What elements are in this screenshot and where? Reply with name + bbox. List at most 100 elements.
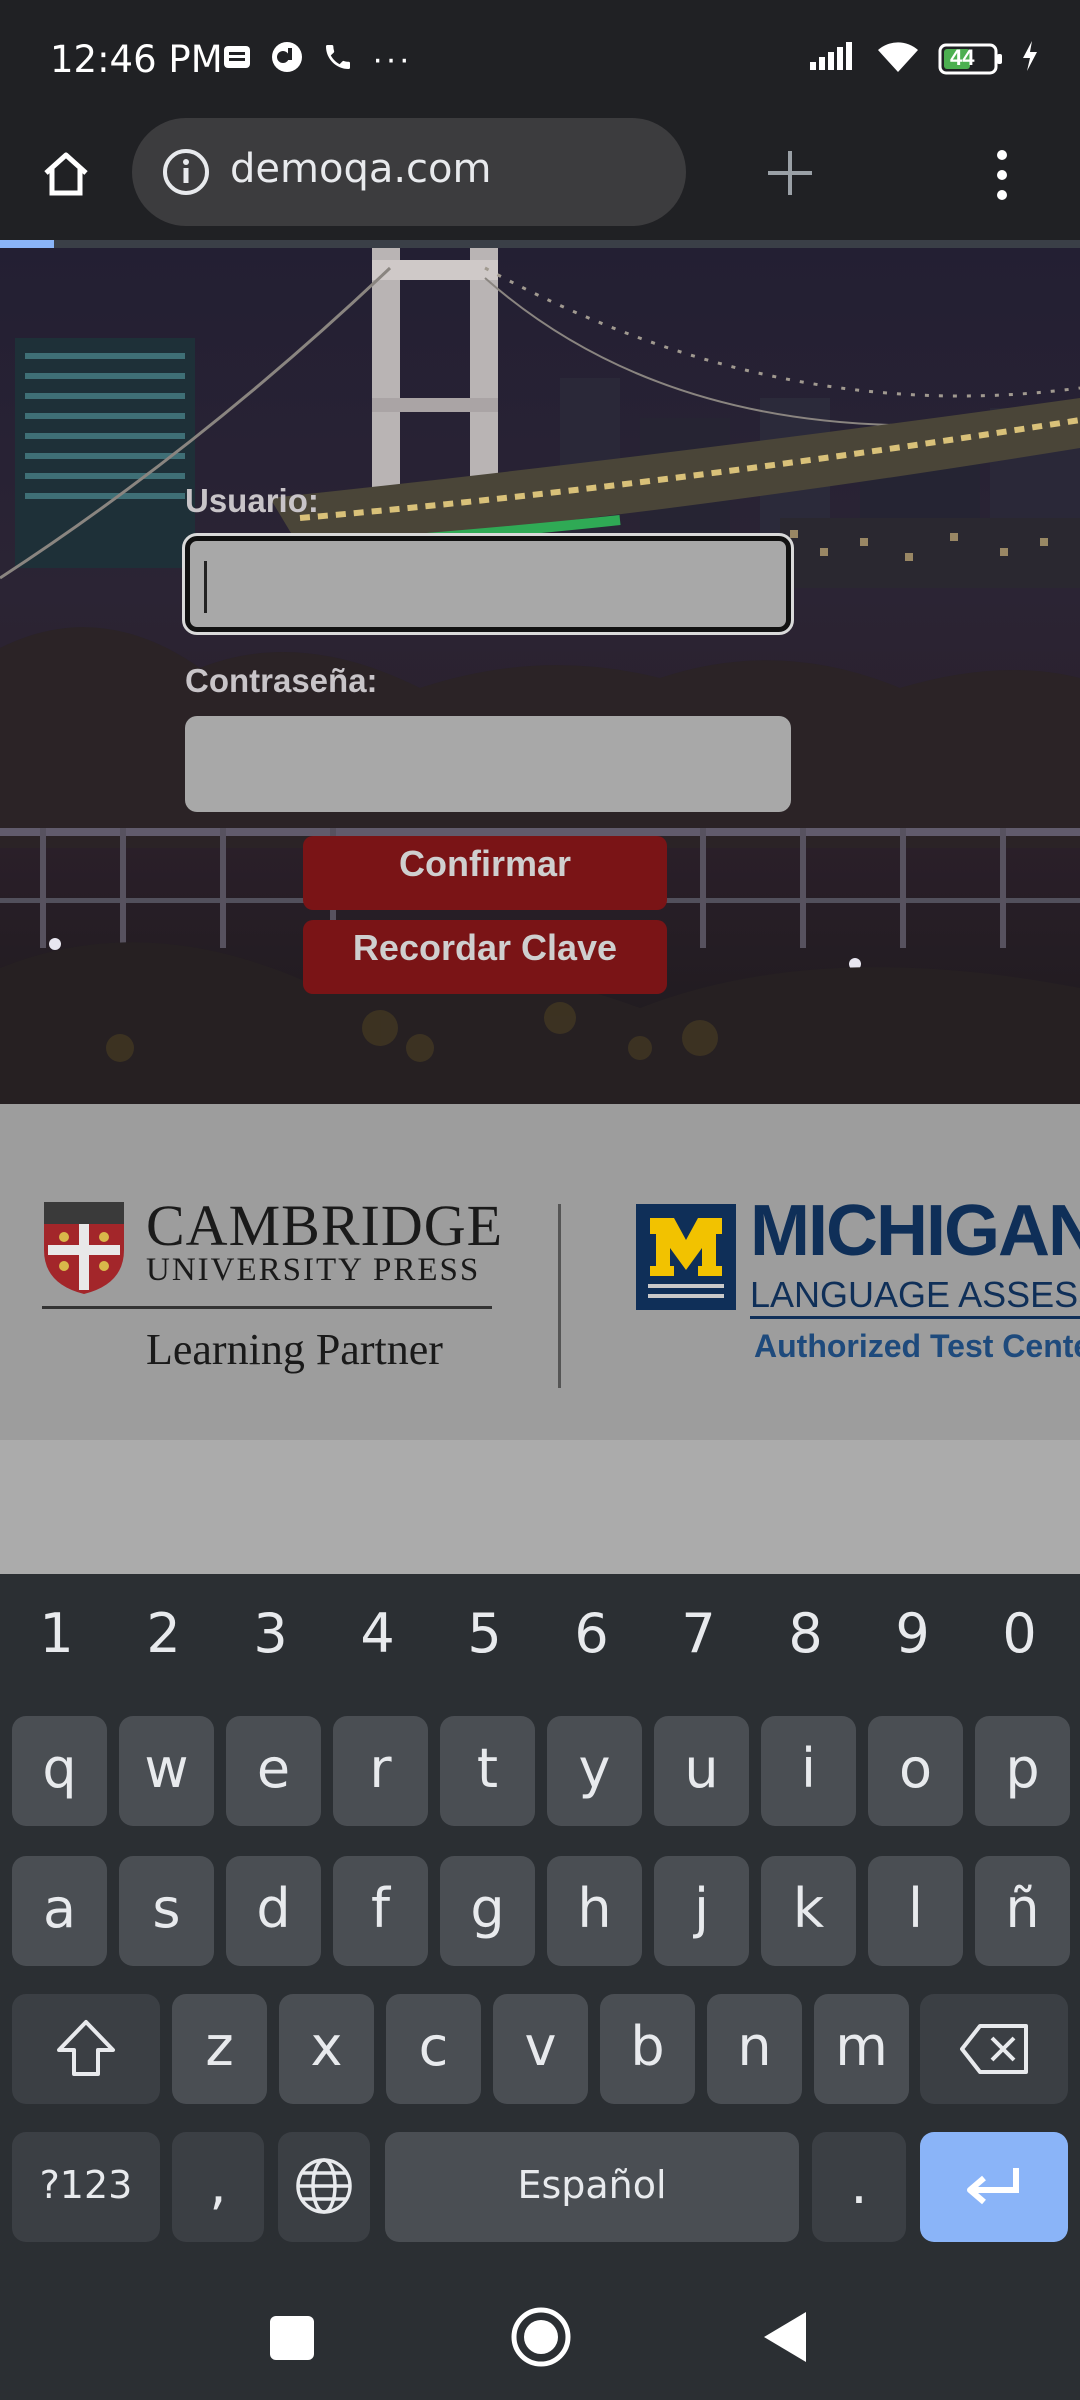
number-key[interactable]: 7 bbox=[645, 1602, 752, 1665]
number-key[interactable]: 9 bbox=[859, 1602, 966, 1665]
michigan-authorized-label: Authorized Test Center bbox=[754, 1328, 1080, 1364]
letter-key[interactable]: f bbox=[333, 1856, 428, 1966]
number-key[interactable]: 5 bbox=[431, 1602, 538, 1665]
hero-background: Usuario: Contraseña: Confirmar Recordar … bbox=[0, 248, 1080, 1104]
home-icon bbox=[44, 152, 88, 196]
letter-key[interactable]: w bbox=[119, 1716, 214, 1826]
letter-key[interactable]: ñ bbox=[975, 1856, 1070, 1966]
battery-icon: 44 bbox=[938, 42, 1004, 76]
michigan-subtitle: LANGUAGE ASSESSMENT bbox=[750, 1274, 1080, 1315]
battery-level: 44 bbox=[950, 44, 975, 70]
url-text: demoqa.com bbox=[230, 146, 492, 192]
cambridge-title: CAMBRIDGE bbox=[146, 1193, 504, 1258]
signal-icon bbox=[808, 40, 858, 77]
letter-key[interactable]: k bbox=[761, 1856, 856, 1966]
letter-key[interactable]: a bbox=[12, 1856, 107, 1966]
cambridge-subtitle: UNIVERSITY PRESS bbox=[146, 1252, 481, 1288]
globe-icon bbox=[296, 2158, 352, 2214]
letter-key[interactable]: n bbox=[707, 1994, 802, 2104]
home-button[interactable] bbox=[30, 138, 102, 210]
number-key[interactable]: 8 bbox=[752, 1602, 859, 1665]
phone-icon bbox=[322, 41, 354, 78]
backspace-icon bbox=[960, 2024, 1028, 2074]
letter-key[interactable]: g bbox=[440, 1856, 535, 1966]
number-key[interactable]: 3 bbox=[217, 1602, 324, 1665]
password-input[interactable] bbox=[185, 716, 791, 812]
number-key[interactable]: 0 bbox=[966, 1602, 1073, 1665]
new-tab-button[interactable] bbox=[755, 138, 825, 208]
wifi-icon bbox=[874, 38, 922, 79]
period-key[interactable]: . bbox=[812, 2132, 906, 2242]
michigan-block-m-logo bbox=[636, 1204, 736, 1310]
page-load-progress bbox=[0, 240, 1080, 248]
letter-key[interactable]: r bbox=[333, 1716, 428, 1826]
webpage: Usuario: Contraseña: Confirmar Recordar … bbox=[0, 248, 1080, 1574]
status-notification-icons: ··· bbox=[222, 40, 412, 79]
shift-key[interactable] bbox=[12, 1994, 160, 2104]
letter-key[interactable]: l bbox=[868, 1856, 963, 1966]
password-label: Contraseña: bbox=[185, 662, 378, 699]
status-system-icons: 44 bbox=[808, 38, 1040, 79]
system-navigation-bar bbox=[0, 2270, 1080, 2400]
backspace-key[interactable] bbox=[920, 1994, 1068, 2104]
letter-key[interactable]: h bbox=[547, 1856, 642, 1966]
symbols-key[interactable]: ?123 bbox=[12, 2132, 160, 2242]
plus-icon bbox=[768, 151, 812, 195]
number-key[interactable]: 6 bbox=[538, 1602, 645, 1665]
charging-icon bbox=[1020, 39, 1040, 78]
letter-key[interactable]: j bbox=[654, 1856, 749, 1966]
partners-divider bbox=[558, 1204, 561, 1388]
status-time: 12:46 PM bbox=[50, 38, 223, 81]
number-row: 1234567890 bbox=[0, 1574, 1080, 1674]
language-key[interactable] bbox=[278, 2132, 370, 2242]
app-notification-icon bbox=[270, 40, 304, 79]
letter-key[interactable]: s bbox=[119, 1856, 214, 1966]
partners-banner: CAMBRIDGE UNIVERSITY PRESS Learning Part… bbox=[0, 1104, 1080, 1440]
recover-password-button[interactable]: Recordar Clave bbox=[303, 920, 667, 994]
status-bar: 12:46 PM ··· 44 bbox=[0, 0, 1080, 118]
letter-key[interactable]: t bbox=[440, 1716, 535, 1826]
letter-key[interactable]: p bbox=[975, 1716, 1070, 1826]
browser-toolbar: demoqa.com bbox=[0, 118, 1080, 242]
page-footer-band bbox=[0, 1440, 1080, 1574]
number-key[interactable]: 2 bbox=[110, 1602, 217, 1665]
recents-icon[interactable] bbox=[268, 2314, 316, 2362]
page-load-progress-fill bbox=[0, 240, 54, 248]
cambridge-tagline: Learning Partner bbox=[146, 1325, 443, 1374]
letter-key[interactable]: o bbox=[868, 1716, 963, 1826]
number-key[interactable]: 1 bbox=[3, 1602, 110, 1665]
letter-key[interactable]: u bbox=[654, 1716, 749, 1826]
username-label: Usuario: bbox=[185, 482, 319, 519]
back-icon[interactable] bbox=[762, 2310, 808, 2364]
letter-key[interactable]: d bbox=[226, 1856, 321, 1966]
enter-icon bbox=[967, 2168, 1019, 2205]
address-bar[interactable]: demoqa.com bbox=[132, 118, 686, 226]
letter-key[interactable]: m bbox=[814, 1994, 909, 2104]
letter-key[interactable]: c bbox=[386, 1994, 481, 2104]
letter-key[interactable]: e bbox=[226, 1716, 321, 1826]
letter-key[interactable]: y bbox=[547, 1716, 642, 1826]
enter-key[interactable] bbox=[920, 2132, 1068, 2242]
letter-key[interactable]: i bbox=[761, 1716, 856, 1826]
letter-key[interactable]: q bbox=[12, 1716, 107, 1826]
confirm-button[interactable]: Confirmar bbox=[303, 836, 667, 910]
michigan-title: MICHIGAN bbox=[750, 1191, 1080, 1271]
letter-key[interactable]: b bbox=[600, 1994, 695, 2104]
more-notifications-label: ··· bbox=[372, 40, 412, 78]
home-nav-icon[interactable] bbox=[510, 2306, 572, 2368]
number-key[interactable]: 4 bbox=[324, 1602, 431, 1665]
letter-key[interactable]: v bbox=[493, 1994, 588, 2104]
comma-key[interactable]: , bbox=[172, 2132, 264, 2242]
cambridge-shield-logo bbox=[44, 1202, 124, 1294]
info-icon[interactable] bbox=[162, 148, 210, 196]
soft-keyboard: 1234567890 qwertyuiop asdfghjklñ zxcvbnm… bbox=[0, 1574, 1080, 2270]
letter-key[interactable]: x bbox=[279, 1994, 374, 2104]
overflow-menu-button[interactable] bbox=[972, 140, 1032, 210]
michigan-divider bbox=[750, 1316, 1080, 1319]
text-caret bbox=[204, 561, 207, 613]
space-key[interactable]: Español bbox=[385, 2132, 799, 2242]
shift-icon bbox=[57, 2020, 115, 2076]
username-input[interactable] bbox=[182, 533, 794, 635]
cambridge-divider bbox=[42, 1306, 492, 1309]
letter-key[interactable]: z bbox=[172, 1994, 267, 2104]
